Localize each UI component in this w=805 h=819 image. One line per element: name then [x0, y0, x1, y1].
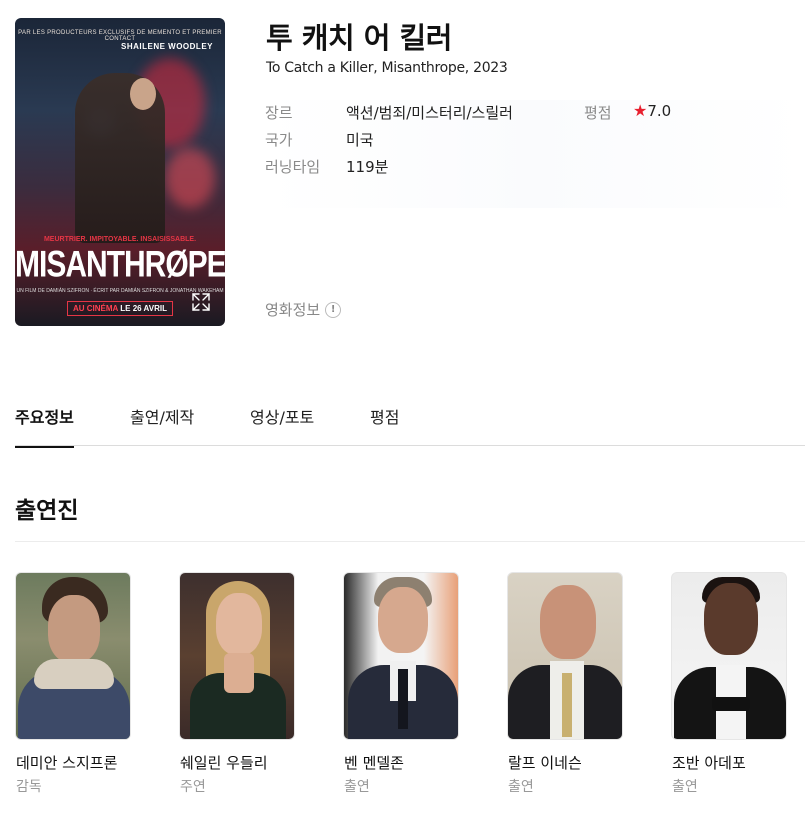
cast-photo[interactable] [507, 572, 623, 740]
movie-poster[interactable]: PAR LES PRODUCTEURS EXCLUSIFS DE MEMENTO… [15, 18, 225, 326]
tab-cast-production[interactable]: 출연/제작 [130, 404, 194, 446]
photo-face [48, 595, 100, 663]
photo-face [216, 593, 262, 655]
cast-section-title: 출연진 [15, 498, 79, 524]
country-value: 미국 [346, 131, 374, 149]
cast-photo[interactable] [671, 572, 787, 740]
cast-role: 주연 [180, 779, 206, 795]
poster-release-prefix: AU CINÉMA [73, 304, 119, 313]
poster-release-badge: AU CINÉMA LE 26 AVRIL [67, 301, 173, 316]
section-divider [15, 541, 805, 542]
movie-info-box: 장르 액션/범죄/미스터리/스릴러 평점 ★7.0 국가 미국 러닝타임 119… [265, 100, 805, 208]
cast-role: 감독 [16, 779, 42, 795]
photo-neck [224, 653, 254, 693]
info-icon[interactable]: ! [325, 301, 342, 318]
photo-tie [562, 673, 572, 737]
cast-role: 출연 [672, 779, 698, 795]
cast-item[interactable]: 랄프 이네슨 출연 [507, 572, 625, 795]
tab-bar: 주요정보 출연/제작 영상/포토 평점 [15, 396, 805, 448]
rating: ★7.0 [633, 101, 671, 120]
cast-item[interactable]: 벤 멘델존 출연 [343, 572, 461, 795]
star-icon: ★ [633, 101, 648, 120]
poster-actor-name: SHAILENE WOODLEY [120, 42, 213, 51]
expand-icon[interactable] [191, 292, 211, 312]
poster-title: MISANTHRØPE [15, 243, 225, 285]
poster-release-date: LE 26 AVRIL [120, 304, 167, 313]
cast-role: 출연 [508, 779, 534, 795]
rating-label: 평점 [584, 104, 612, 122]
runtime-label: 러닝타임 [265, 158, 321, 176]
photo-tie [398, 669, 408, 729]
photo-bowtie [712, 697, 750, 711]
cast-item[interactable]: 쉐일린 우들리 주연 [179, 572, 297, 795]
country-label: 국가 [265, 131, 293, 149]
movie-info-label: 영화정보 [265, 301, 321, 319]
cast-role: 출연 [344, 779, 370, 795]
tab-main-info[interactable]: 주요정보 [15, 404, 74, 448]
genre-label: 장르 [265, 104, 293, 122]
runtime-value: 119분 [346, 158, 389, 176]
photo-face [540, 585, 596, 659]
movie-title: 투 캐치 어 킬러 [266, 21, 452, 55]
cast-name[interactable]: 조반 아데포 [672, 752, 746, 773]
movie-info-link[interactable]: 영화정보 ! [265, 299, 342, 320]
poster-top-text: PAR LES PRODUCTEURS EXCLUSIFS DE MEMENTO… [18, 30, 222, 42]
cast-name[interactable]: 벤 멘델존 [344, 752, 404, 773]
cast-item[interactable]: 데미안 스지프론 감독 [15, 572, 133, 795]
genre-value: 액션/범죄/미스터리/스릴러 [346, 104, 513, 122]
poster-figure-head [130, 78, 156, 110]
cast-item[interactable]: 조반 아데포 출연 [671, 572, 789, 795]
cast-name[interactable]: 데미안 스지프론 [16, 752, 117, 773]
cast-name[interactable]: 쉐일린 우들리 [180, 752, 268, 773]
cast-photo[interactable] [15, 572, 131, 740]
photo-collar [34, 659, 114, 689]
tab-video-photo[interactable]: 영상/포토 [250, 404, 314, 446]
rating-value: 7.0 [647, 102, 672, 120]
photo-face [378, 587, 428, 653]
poster-tagline: MEURTRIER. IMPITOYABLE. INSAISISSABLE. [43, 236, 197, 243]
cast-photo[interactable] [179, 572, 295, 740]
cast-photo[interactable] [343, 572, 459, 740]
photo-face [704, 583, 758, 655]
poster-glow [165, 148, 215, 208]
tab-ratings[interactable]: 평점 [370, 404, 399, 446]
cast-name[interactable]: 랄프 이네슨 [508, 752, 582, 773]
movie-subtitle: To Catch a Killer, Misanthrope, 2023 [266, 60, 508, 76]
